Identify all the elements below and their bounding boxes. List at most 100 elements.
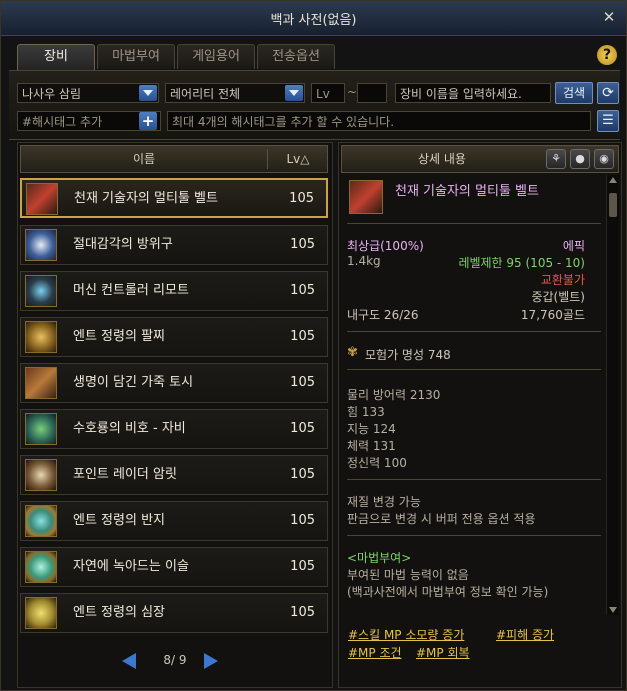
list-item[interactable]: 천재 기술자의 멀티툴 벨트 105 [20,178,328,218]
page-indicator: 8/ 9 [163,653,187,667]
filter-bar: 나사우 삼림 레어리티 전체 Lv ~ 장비 이름을 입력하세요. 검색 ⟳ #… [9,70,620,140]
divider [347,223,601,224]
hashtag-link[interactable]: #스킬 MP 소모량 증가 [348,626,464,643]
dew-icon [25,551,57,583]
column-level-sort[interactable]: Lv△ [268,146,328,172]
detail-header-title: 상세 내용 [418,152,466,166]
level-min-input[interactable]: Lv [311,83,345,103]
item-level: 105 [290,283,315,298]
leather-sleeve-icon [25,367,57,399]
item-name: 엔트 정령의 팔찌 [73,329,165,344]
bracelet-icon [25,321,57,353]
material-change: 재질 변경 가능 [347,495,421,509]
adventurer-fame: 모험가 명성 748 [365,348,451,362]
item-level: 105 [290,605,315,620]
scroll-down-icon[interactable] [609,607,617,613]
trade-status: 교환불가 [540,273,585,287]
search-button[interactable]: 검색 [555,82,593,104]
hashtag-area: #스킬 MP 소모량 증가 #피해 증가 #MP 조건 #MP 회복 [338,620,620,670]
item-name: 생명이 담긴 가죽 토시 [73,375,194,390]
detail-panel: 상세 내용 ⚘ ● ◉ 천재 기술자의 멀티툴 벨트 최상급(100%) 에픽 … [338,142,622,688]
eye-icon[interactable]: ◉ [594,149,614,169]
level-max-input[interactable] [357,83,387,103]
item-level: 105 [289,191,314,206]
item-level: 105 [290,329,315,344]
item-level: 105 [290,467,315,482]
list-item[interactable]: 머신 컨트롤러 리모트 105 [20,271,328,311]
tab-game-terms[interactable]: 게임용어 [177,44,255,69]
durability: 내구도 26/26 [347,308,419,322]
list-item[interactable]: 엔트 정령의 팔찌 105 [20,317,328,357]
title-bar[interactable]: 백과 사전(없음) ✕ [1,1,626,36]
list-item[interactable]: 자연에 녹아드는 이슬 105 [20,547,328,587]
item-name: 절대감각의 방위구 [73,237,173,252]
list-item[interactable]: 포인트 레이더 암릿 105 [20,455,328,495]
belt-icon [26,183,58,215]
tab-enchant[interactable]: 마법부여 [97,44,175,69]
detail-item-title: 천재 기술자의 멀티툴 벨트 [395,184,539,199]
armlet-icon [25,459,57,491]
enchant-note: (백과사전에서 마법부여 정보 확인 가능) [347,585,549,599]
item-name-input[interactable]: 장비 이름을 입력하세요. [395,83,551,103]
compare-icon[interactable]: ⚘ [546,149,566,169]
list-item[interactable]: 절대감각의 방위구 105 [20,225,328,265]
help-icon[interactable]: ? [597,45,617,65]
tab-transfer-options[interactable]: 전송옵션 [257,44,335,69]
belt-icon [349,180,383,214]
scroll-thumb[interactable] [609,193,617,217]
chevron-down-icon[interactable] [285,85,303,101]
tab-equipment[interactable]: 장비 [17,44,95,70]
reset-icon[interactable]: ⟳ [597,82,619,104]
item-price: 17,760골드 [520,308,585,322]
item-level: 105 [290,375,315,390]
list-item[interactable]: 엔트 정령의 심장 105 [20,593,328,633]
stat-line: 지능 124 [347,422,396,436]
divider [347,369,601,370]
list-item[interactable]: 수호룡의 비호 - 자비 105 [20,409,328,449]
window-title: 백과 사전(없음) [270,13,357,28]
list-item[interactable]: 엔트 정령의 반지 105 [20,501,328,541]
divider [347,535,601,536]
scroll-up-icon[interactable] [609,177,617,183]
item-weight: 1.4kg [347,254,381,268]
list-header: 이름 Lv△ [20,145,328,173]
item-level: 105 [290,421,315,436]
chevron-down-icon[interactable] [139,85,157,101]
next-page-icon[interactable] [204,653,218,669]
add-hashtag-icon[interactable]: + [139,112,157,130]
item-list-panel: 이름 Lv△ 천재 기술자의 멀티툴 벨트 105 절대감각의 방위구 105 … [17,142,333,688]
item-type: 중갑(벨트) [531,290,585,304]
item-name: 천재 기술자의 멀티툴 벨트 [74,191,218,206]
stat-line: 정신력 100 [347,456,407,470]
hashtag-link[interactable]: #피해 증가 [496,626,554,643]
stat-line: 힘 133 [347,405,385,419]
hashtag-hint: 최대 4개의 해시태그를 추가 할 수 있습니다. [167,111,591,131]
column-name[interactable]: 이름 [21,146,267,172]
enchant-header: <마법부여> [347,551,412,565]
material-change-note: 판금으로 변경 시 버퍼 전용 옵션 적용 [347,512,536,526]
dragon-guard-icon [25,413,57,445]
hashtag-list-icon[interactable]: ☰ [597,110,619,132]
region-dropdown-value: 나사우 삼림 [22,87,82,101]
detail-header: 상세 내용 ⚘ ● ◉ [341,145,619,173]
item-rarity: 에픽 [562,239,585,253]
item-name: 엔트 정령의 심장 [73,605,165,620]
heart-stone-icon [25,597,57,629]
list-item[interactable]: 생명이 담긴 가죽 토시 105 [20,363,328,403]
hashtag-link[interactable]: #MP 회복 [416,644,470,661]
hashtag-link[interactable]: #MP 조건 [348,644,402,661]
rarity-dropdown[interactable]: 레어리티 전체 [165,83,305,103]
item-grade: 최상급(100%) [347,239,424,253]
divider [347,331,601,332]
location-pin-icon[interactable]: ● [570,149,590,169]
prev-page-icon[interactable] [122,653,136,669]
item-level: 105 [290,559,315,574]
item-name: 엔트 정령의 반지 [73,513,165,528]
close-icon[interactable]: ✕ [600,8,618,26]
item-name: 포인트 레이더 암릿 [73,467,177,482]
detail-scrollbar[interactable] [606,175,619,615]
enchant-status: 부여된 마법 능력이 없음 [347,568,469,582]
stat-line: 체력 131 [347,439,396,453]
pagination: 8/ 9 [18,651,332,671]
region-dropdown[interactable]: 나사우 삼림 [17,83,159,103]
